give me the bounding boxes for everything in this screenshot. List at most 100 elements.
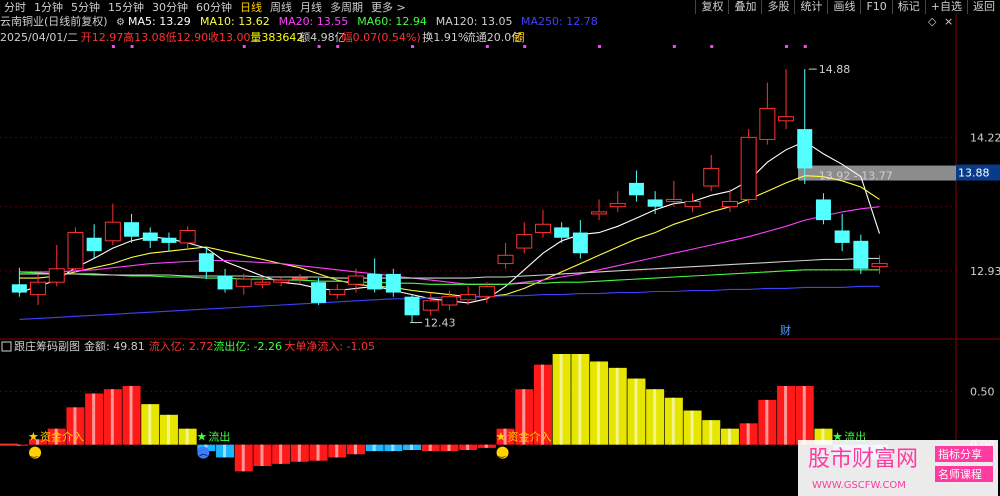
candle-body-13 <box>254 281 271 285</box>
signal-dot-6 <box>485 45 489 48</box>
indicator-bar-highlight-23 <box>447 444 451 452</box>
diamond-icon: ◇ <box>928 15 937 28</box>
candle-body-12 <box>235 278 252 287</box>
candle-body-17 <box>329 288 346 296</box>
ma-label-4: MA120: 13.05 <box>436 15 513 28</box>
period-tab-3[interactable]: 15分钟 <box>104 0 148 15</box>
indicator-bar-highlight-6 <box>129 386 133 445</box>
ma-label-0: MA5: 13.29 <box>128 15 191 28</box>
indicator-box-icon <box>1 341 12 352</box>
candle-body-14 <box>273 279 290 283</box>
signal-dot-3 <box>317 45 321 48</box>
candle-body-28 <box>534 223 551 234</box>
toolbar-button-8[interactable]: 返回 <box>967 0 1000 14</box>
candle-body-4 <box>86 237 102 252</box>
stock-chart: 云南铜业(日线前复权) ⚙ MA5: 13.29 MA10: 13.62 MA20: 1… <box>0 14 1000 496</box>
period-tab-7[interactable]: 周线 <box>266 0 296 15</box>
toolbar-button-7[interactable]: +自选 <box>924 0 967 14</box>
period-tab-5[interactable]: 60分钟 <box>192 0 236 15</box>
period-tab-1[interactable]: 1分钟 <box>30 0 67 15</box>
signal-dot-10 <box>710 45 714 48</box>
watermark-tag1: 指标分享 <box>938 447 982 461</box>
close-icon: × <box>944 15 953 28</box>
indicator-bar-highlight-4 <box>92 393 96 445</box>
watermark-url: WWW.GSCFW.COM <box>812 480 906 491</box>
candle-body-41 <box>778 116 795 122</box>
period-tab-0[interactable]: 分时 <box>0 0 30 15</box>
settings-icon: ⚙ <box>116 17 125 28</box>
ma-label-1: MA10: 13.62 <box>200 15 270 28</box>
candle-body-11 <box>217 276 233 290</box>
indicator-bar-highlight-31 <box>597 361 601 445</box>
period-tab-6[interactable]: 日线 <box>236 0 266 15</box>
signal-label-1: 流出 <box>208 430 230 444</box>
candle-body-7 <box>142 232 158 241</box>
candle-body-32 <box>609 203 626 208</box>
candle-body-10 <box>198 253 214 272</box>
indicator-bar-highlight-36 <box>690 410 694 445</box>
candle-body-44 <box>834 230 850 243</box>
quote-field-8: 换1.91% <box>422 30 468 44</box>
indicator-bar-highlight-13 <box>260 444 264 466</box>
signal-dot-2 <box>242 45 246 48</box>
signal-dot-12 <box>803 45 807 48</box>
indicator-bar-highlight-33 <box>634 378 638 445</box>
finance-marker: 财 <box>780 323 791 337</box>
candle-body-6 <box>124 222 140 237</box>
candle-body-20 <box>385 273 401 293</box>
candle-body-36 <box>684 201 701 208</box>
period-tab-4[interactable]: 30分钟 <box>148 0 192 15</box>
signal-star-2: ★ <box>496 430 507 444</box>
toolbar-button-6[interactable]: 标记 <box>891 0 925 14</box>
quote-field-10: 铜 <box>514 30 525 44</box>
candle-body-39 <box>740 136 757 200</box>
candle-body-3 <box>67 232 84 270</box>
toolbar-button-2[interactable]: 多股 <box>761 0 794 14</box>
current-price-label: 13.88 <box>958 167 990 180</box>
ma-line-ma120 <box>19 257 880 279</box>
indicator-bar-highlight-29 <box>559 354 563 445</box>
indicator-bar-highlight-21 <box>410 444 414 450</box>
candle-body-43 <box>815 199 831 221</box>
indicator-bar-highlight-0 <box>17 444 21 446</box>
toolbar-button-5[interactable]: F10 <box>860 0 891 14</box>
price-tick-1: 12.93 <box>970 265 1000 278</box>
candle-body-26 <box>497 254 514 265</box>
candle-body-0 <box>11 284 27 293</box>
candle-body-22 <box>422 300 439 311</box>
indicator-bar-highlight-7 <box>148 404 152 445</box>
period-tab-10[interactable]: 更多 > <box>367 0 410 15</box>
toolbar-button-3[interactable]: 统计 <box>794 0 827 14</box>
indicator-field-1: 流入亿: 2.72 <box>149 339 214 353</box>
toolbar-button-0[interactable]: 复权 <box>695 0 728 14</box>
candle-body-8 <box>161 237 177 243</box>
watermark-tag2: 名师课程 <box>938 467 982 481</box>
signal-face-mark-1: ︵ <box>199 449 207 458</box>
candle-body-9 <box>179 229 196 244</box>
signal-star-1: ★ <box>196 430 207 444</box>
quote-field-5: 量383642 <box>250 31 303 44</box>
period-tab-9[interactable]: 多周期 <box>326 0 367 15</box>
indicator-field-2: 流出亿: -2.26 <box>213 339 282 353</box>
toolbar-button-4[interactable]: 画线 <box>827 0 860 14</box>
candle-body-40 <box>759 107 776 140</box>
indicator-bar-highlight-32 <box>615 367 619 445</box>
candle-body-21 <box>404 296 420 316</box>
indicator-bar-highlight-42 <box>802 386 806 445</box>
candle-body-46 <box>871 263 888 268</box>
ma-label-5: MA250: 12.78 <box>521 15 598 28</box>
candle-body-5 <box>104 221 121 242</box>
candle-body-19 <box>367 273 383 290</box>
signal-dot-9 <box>672 45 676 48</box>
toolbar-button-1[interactable]: 叠加 <box>728 0 761 14</box>
period-tab-2[interactable]: 5分钟 <box>67 0 104 15</box>
candle-body-30 <box>572 232 588 254</box>
candle-body-16 <box>311 282 327 303</box>
signal-star-0: ★ <box>28 430 39 444</box>
indicator-bar-highlight-37 <box>709 420 713 445</box>
indicator-field-0: 金额: 49.81 <box>84 339 145 353</box>
period-tab-8[interactable]: 月线 <box>296 0 326 15</box>
indicator-bar-highlight-39 <box>746 423 750 445</box>
quote-field-7: 幅0.07(0.54%) <box>342 31 421 44</box>
indicator-bar-highlight-11 <box>223 444 227 458</box>
